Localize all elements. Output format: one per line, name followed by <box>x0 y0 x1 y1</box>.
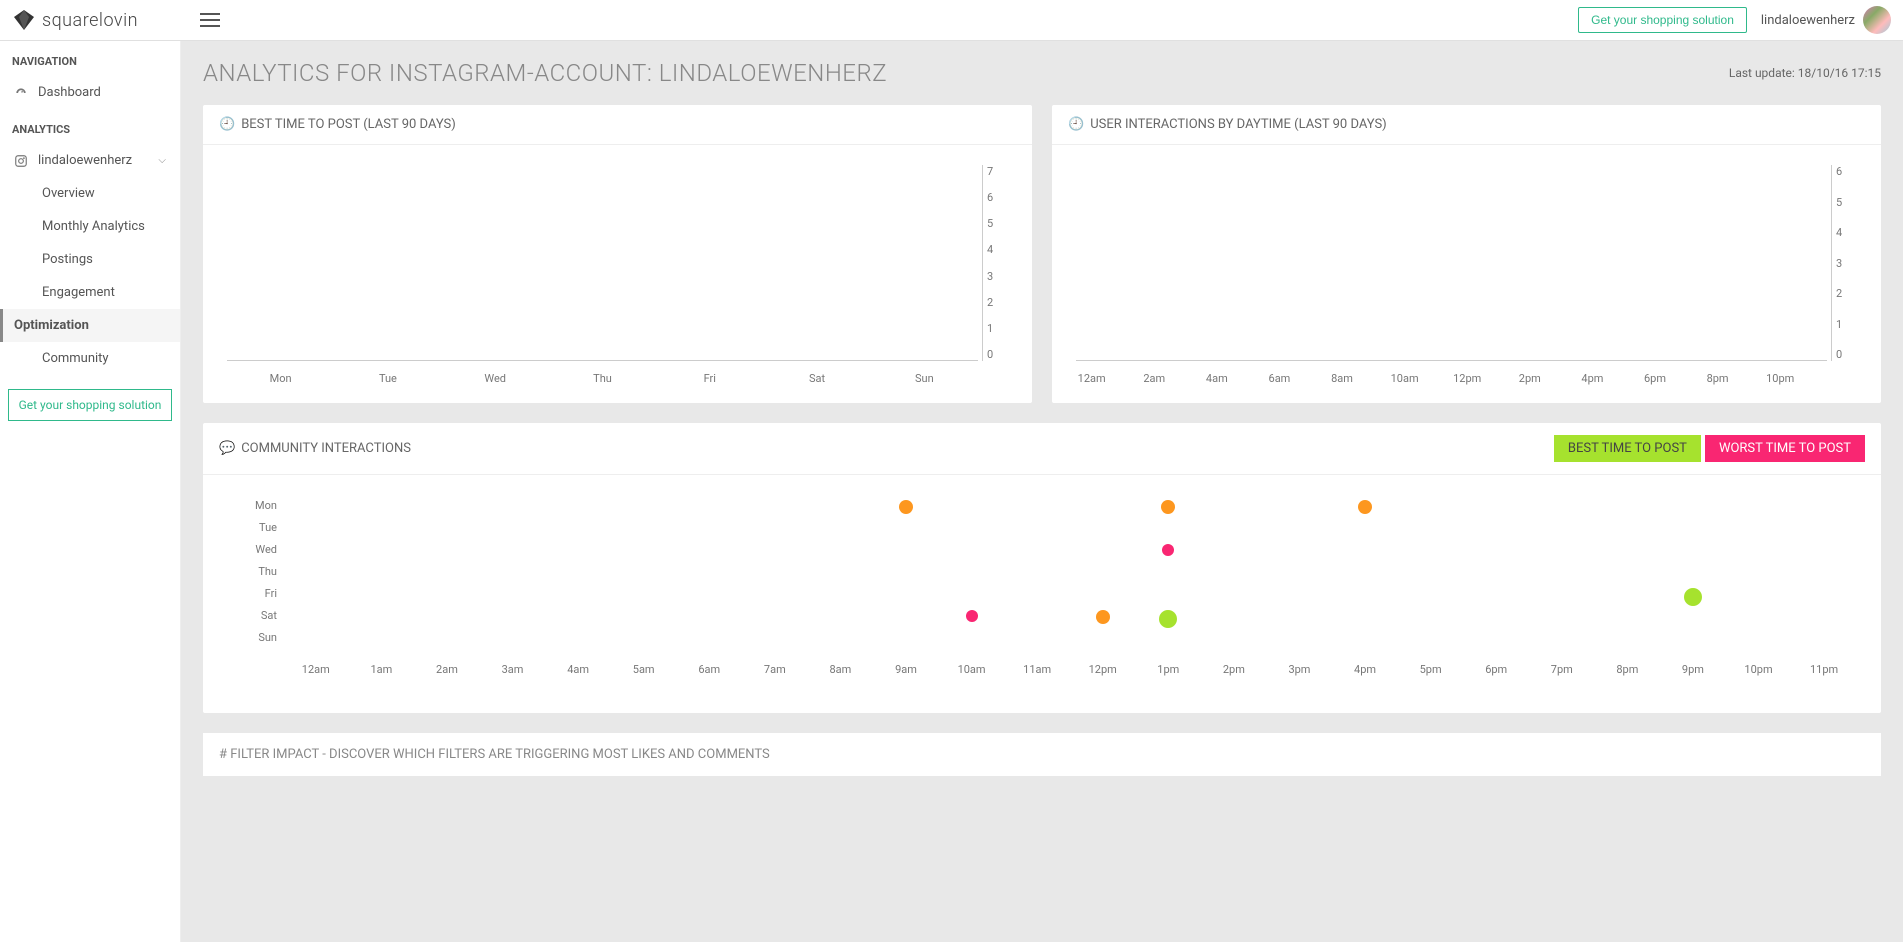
scatter-dot[interactable] <box>1096 610 1110 624</box>
chart-interactions: 6543210 12am2am4am6am8am10am12pm2pm4pm6p… <box>1076 165 1857 385</box>
nav-account[interactable]: lindaloewenherz ⌵ <box>0 144 180 177</box>
nav-monthly[interactable]: Monthly Analytics <box>0 210 180 243</box>
nav-dashboard-label: Dashboard <box>38 85 101 100</box>
user-menu[interactable]: lindaloewenherz <box>1761 6 1891 34</box>
page-title: ANALYTICS FOR INSTAGRAM-ACCOUNT: LINDALO… <box>203 59 887 87</box>
logo-icon <box>12 8 36 32</box>
card-best-time: 🕘 BEST TIME TO POST (LAST 90 DAYS) 76543… <box>203 105 1032 403</box>
nav-section-analytics: ANALYTICS <box>0 109 180 144</box>
gauge-icon <box>14 86 28 100</box>
card-interactions: 🕘 USER INTERACTIONS BY DAYTIME (LAST 90 … <box>1052 105 1881 403</box>
sidebar-shopping-cta[interactable]: Get your shopping solution <box>8 389 172 421</box>
nav-overview[interactable]: Overview <box>0 177 180 210</box>
sidebar: NAVIGATION Dashboard ANALYTICS lindaloew… <box>0 41 181 942</box>
scatter-dot[interactable] <box>1162 544 1174 556</box>
card-best-time-title: BEST TIME TO POST (LAST 90 DAYS) <box>241 117 456 132</box>
main-content: ANALYTICS FOR INSTAGRAM-ACCOUNT: LINDALO… <box>181 41 1903 942</box>
last-update: Last update: 18/10/16 17:15 <box>1729 66 1881 80</box>
scatter-dot[interactable] <box>899 500 913 514</box>
card-community: 💬 COMMUNITY INTERACTIONS BEST TIME TO PO… <box>203 423 1881 713</box>
comment-icon: 💬 <box>219 441 235 456</box>
nav-postings[interactable]: Postings <box>0 243 180 276</box>
nav-community[interactable]: Community <box>0 342 180 375</box>
username-label: lindaloewenherz <box>1761 13 1855 28</box>
logo[interactable]: squarelovin <box>12 8 180 32</box>
nav-account-label: lindaloewenherz <box>38 153 132 168</box>
nav-optimization[interactable]: Optimization <box>0 309 180 342</box>
card-interactions-title: USER INTERACTIONS BY DAYTIME (LAST 90 DA… <box>1090 117 1387 132</box>
chart-best-time: 76543210 MonTueWedThuFriSatSun <box>227 165 1008 385</box>
brand-name: squarelovin <box>42 10 138 31</box>
menu-toggle-icon[interactable] <box>200 13 220 27</box>
nav-dashboard[interactable]: Dashboard <box>0 76 180 109</box>
nav-section-navigation: NAVIGATION <box>0 41 180 76</box>
instagram-icon <box>14 154 28 168</box>
scatter-dot[interactable] <box>1161 500 1175 514</box>
chart-community: MonTueWedThuFriSatSun 12am1am2am3am4am5a… <box>227 495 1857 695</box>
scatter-dot[interactable] <box>1684 588 1702 606</box>
scatter-dot[interactable] <box>966 610 978 622</box>
scatter-dot[interactable] <box>1358 500 1372 514</box>
card-filter-title: FILTER IMPACT - DISCOVER WHICH FILTERS A… <box>230 747 770 762</box>
hashtag-icon: # <box>219 747 227 762</box>
avatar <box>1863 6 1891 34</box>
card-filter-impact: # FILTER IMPACT - DISCOVER WHICH FILTERS… <box>203 733 1881 776</box>
top-header: squarelovin Get your shopping solution l… <box>0 0 1903 41</box>
chevron-down-icon: ⌵ <box>158 155 166 166</box>
clock-icon: 🕘 <box>1068 117 1084 132</box>
card-community-title: COMMUNITY INTERACTIONS <box>241 441 411 456</box>
badge-best-time: BEST TIME TO POST <box>1554 435 1701 462</box>
shopping-cta-button[interactable]: Get your shopping solution <box>1578 7 1747 33</box>
nav-engagement[interactable]: Engagement <box>0 276 180 309</box>
scatter-dot[interactable] <box>1159 610 1177 628</box>
clock-icon: 🕘 <box>219 117 235 132</box>
badge-worst-time: WORST TIME TO POST <box>1705 435 1865 462</box>
